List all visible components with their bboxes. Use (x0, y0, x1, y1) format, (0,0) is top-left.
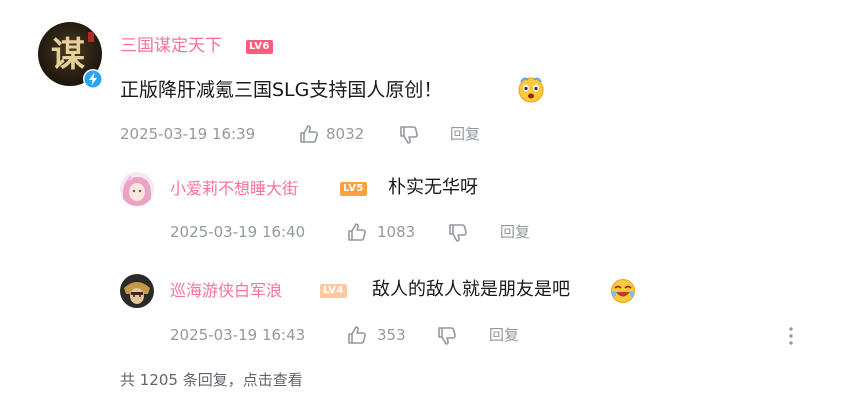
thumbs-up-icon[interactable] (346, 221, 368, 243)
thumbs-down-icon[interactable] (447, 222, 469, 244)
thumbs-down-icon[interactable] (436, 325, 458, 347)
reply-button[interactable]: 回复 (489, 325, 519, 345)
reply-button[interactable]: 回复 (500, 222, 530, 242)
shocked-emoji-icon (518, 77, 544, 103)
verified-badge-icon (83, 69, 103, 89)
username[interactable]: 巡海游侠白军浪 (170, 281, 282, 301)
username[interactable]: 三国谋定天下 (120, 36, 222, 56)
reply-avatar[interactable] (120, 274, 154, 308)
laughing-emoji-icon (611, 279, 635, 303)
username[interactable]: 小爱莉不想睡大街 (170, 179, 298, 199)
reply-button[interactable]: 回复 (450, 124, 480, 144)
avatar[interactable]: 谋 (38, 22, 103, 89)
avatar-image (120, 274, 154, 308)
comment-text: 正版降肝减氪三国SLG支持国人原创！ (120, 78, 442, 102)
like-count: 353 (377, 326, 406, 344)
comment-time: 2025-03-19 16:39 (120, 125, 256, 143)
level-badge: LV6 (246, 40, 273, 54)
avatar-image (120, 172, 154, 206)
reply-time: 2025-03-19 16:40 (170, 223, 306, 241)
thumbs-up-icon[interactable] (298, 123, 320, 145)
svg-text:谋: 谋 (51, 35, 85, 75)
comment-text-body: 正版降肝减氪三国SLG支持国人原创！ (120, 79, 443, 101)
level-badge: LV4 (320, 284, 347, 298)
level-badge: LV5 (340, 182, 367, 196)
like-count: 1083 (377, 223, 416, 241)
reply-avatar[interactable] (120, 172, 154, 206)
reply-text: 敌人的敌人就是朋友是吧 (372, 279, 570, 300)
reply-text: 朴实无华呀 (388, 177, 478, 198)
more-vertical-icon[interactable] (785, 325, 797, 347)
thumbs-up-icon[interactable] (346, 324, 368, 346)
reply-time: 2025-03-19 16:43 (170, 326, 306, 344)
like-count: 8032 (326, 125, 365, 143)
view-all-replies-link[interactable]: 共 1205 条回复，点击查看 (120, 369, 303, 390)
thumbs-down-icon[interactable] (398, 124, 420, 146)
